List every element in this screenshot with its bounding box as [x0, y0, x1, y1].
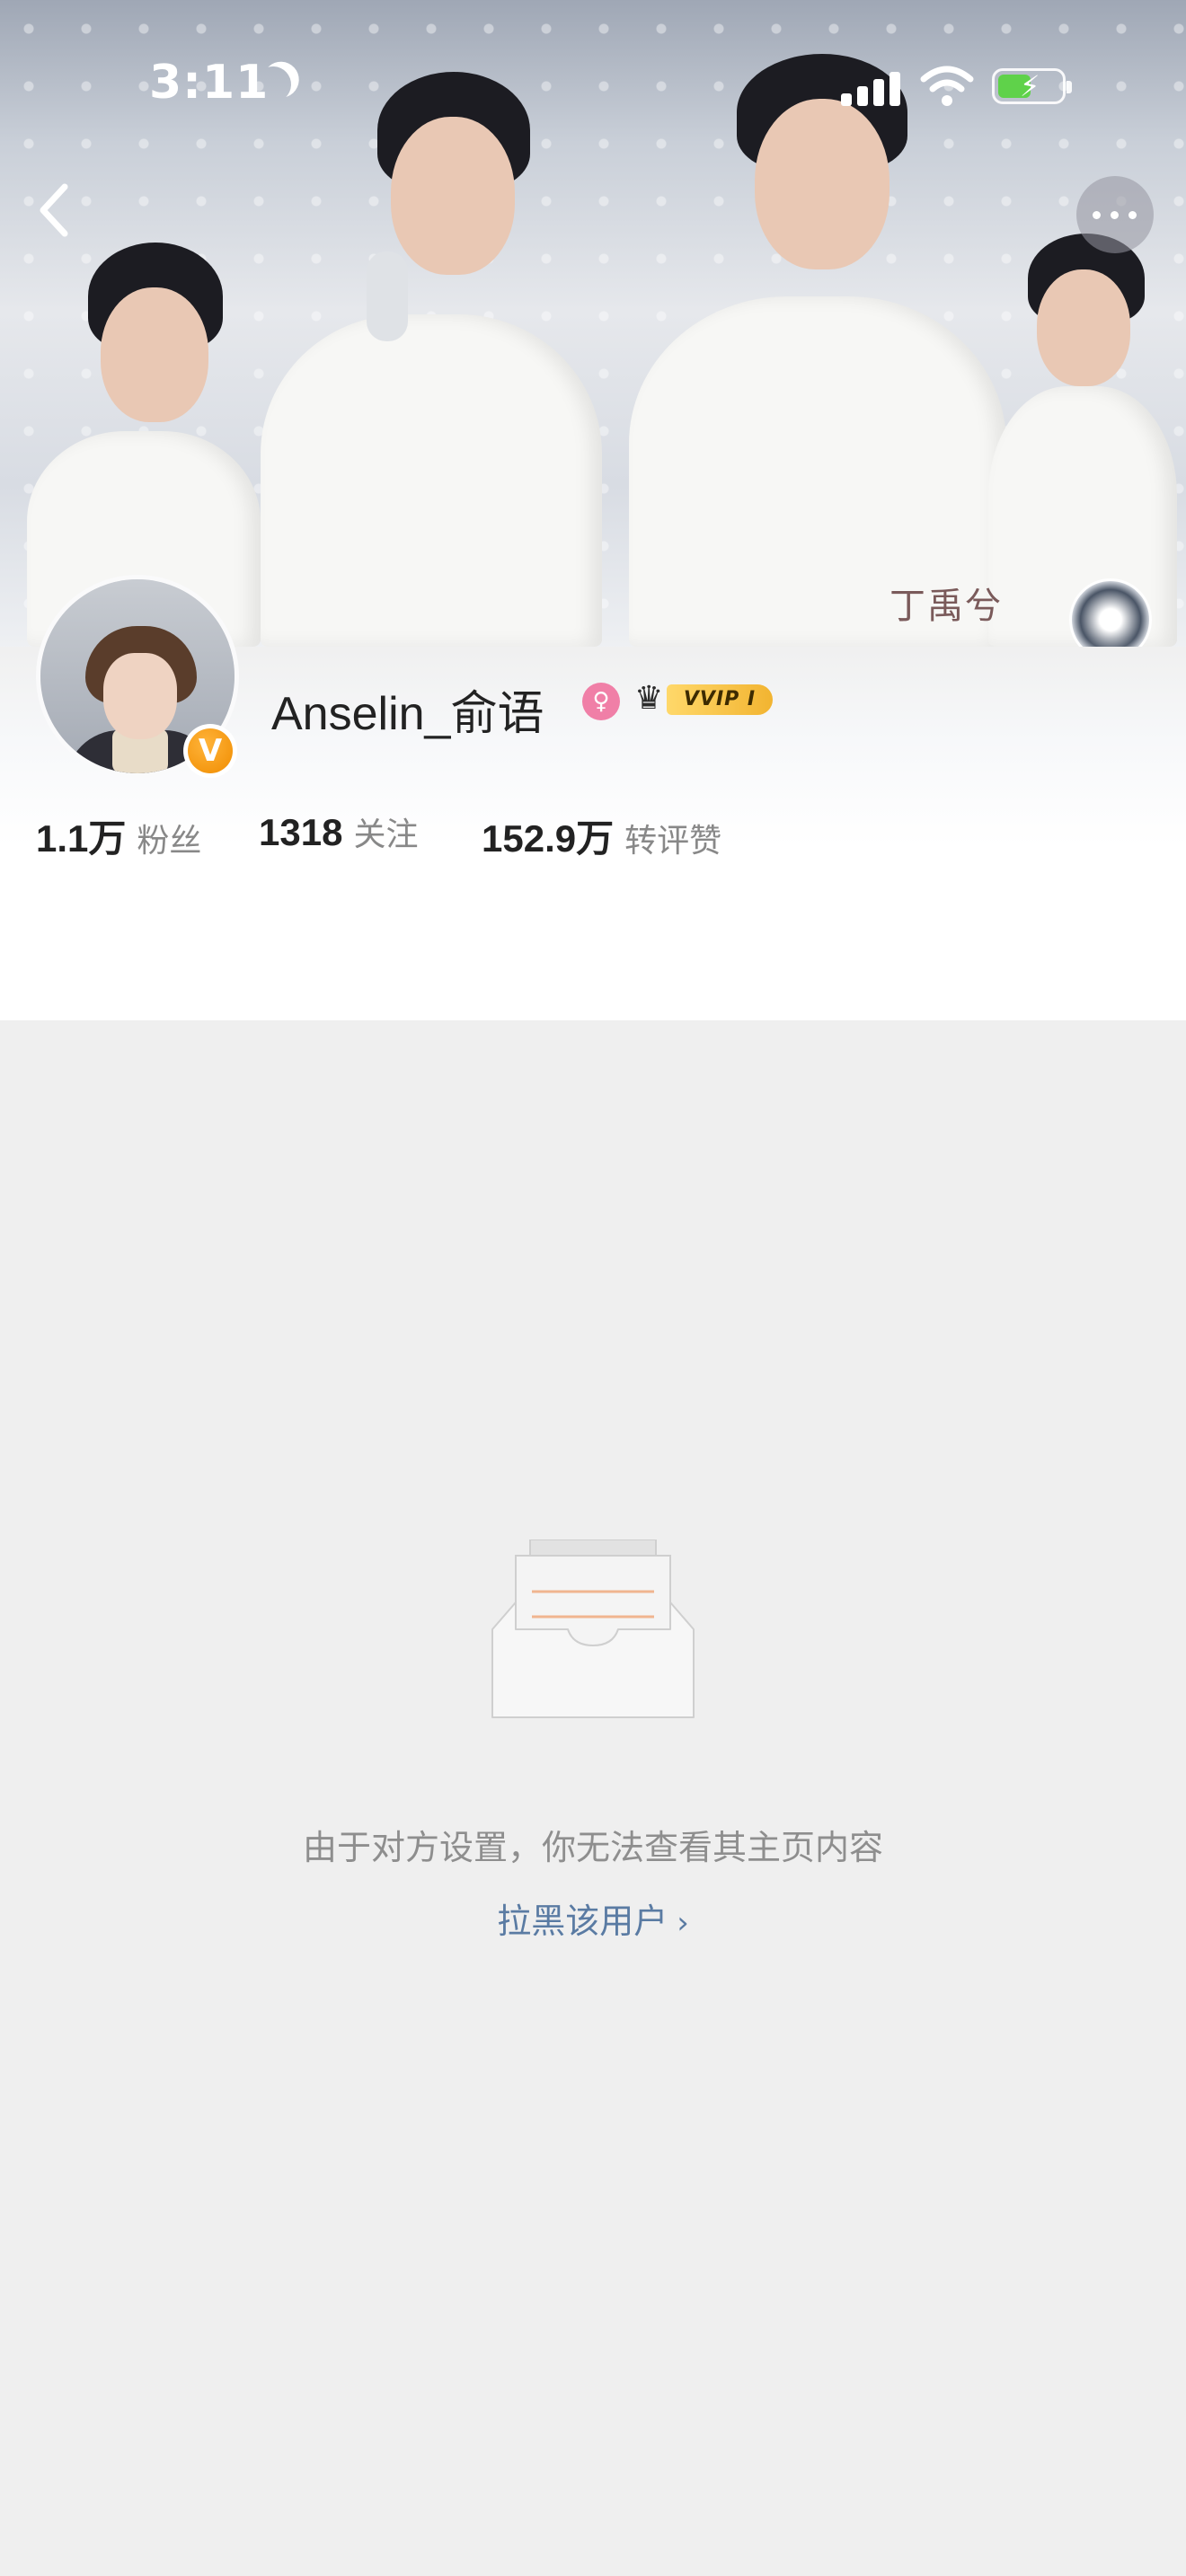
signal-icon — [841, 70, 900, 106]
vip-badge-label: VVIP I — [667, 684, 773, 715]
empty-inbox-icon — [491, 1539, 695, 1719]
profile-card — [0, 898, 1186, 1020]
stat-value: 152.9万 — [482, 817, 615, 860]
profile-stats: 1.1万 粉丝 1318 关注 152.9万 转评赞 — [36, 808, 1114, 866]
status-time: 3:11 — [149, 56, 270, 110]
vip-badge[interactable]: ♛ VVIP I — [634, 679, 778, 719]
more-dots-icon — [1093, 211, 1101, 219]
block-user-link[interactable]: 拉黑该用户 › — [0, 1893, 1186, 1943]
cover-figure-4 — [979, 234, 1186, 647]
profile-page: 丁禹兮 3:11 ⚡ V Anselin_俞语 ♀ ♛ VVIP I 1.1万 … — [0, 0, 1186, 2576]
battery-charging-icon: ⚡ — [992, 68, 1072, 104]
back-button[interactable] — [25, 178, 90, 243]
stat-interactions[interactable]: 152.9万 转评赞 — [482, 808, 721, 866]
female-icon: ♀ — [582, 683, 620, 720]
wifi-icon — [920, 65, 974, 108]
stat-following[interactable]: 1318 关注 — [259, 808, 418, 866]
status-bar: 3:11 ⚡ — [0, 0, 1186, 171]
v-verified-icon: V — [183, 724, 237, 778]
chevron-right-icon: › — [677, 1905, 689, 1941]
block-user-label: 拉黑该用户 — [497, 1901, 668, 1941]
username: Anselin_俞语 — [271, 688, 544, 740]
stat-label: 关注 — [353, 816, 419, 853]
stat-label: 粉丝 — [137, 823, 202, 860]
stat-followers[interactable]: 1.1万 粉丝 — [36, 808, 201, 866]
empty-state-message: 由于对方设置，你无法查看其主页内容 — [302, 1828, 883, 1867]
cover-signature: 丁禹兮 — [890, 586, 1003, 627]
chevron-left-icon — [40, 183, 68, 237]
stat-value: 1318 — [259, 811, 343, 853]
more-button[interactable] — [1076, 176, 1154, 253]
stat-label: 转评赞 — [624, 823, 722, 860]
stat-value: 1.1万 — [36, 817, 127, 860]
